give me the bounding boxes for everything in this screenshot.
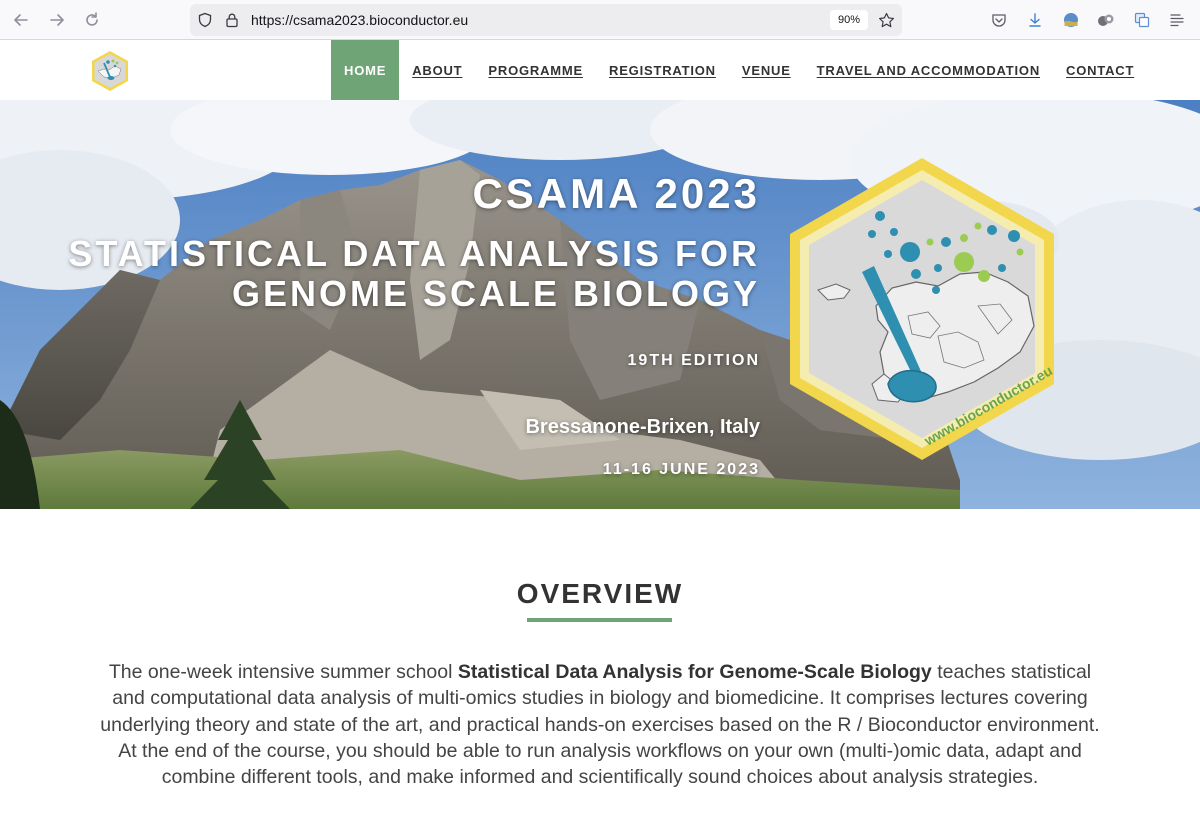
lock-icon[interactable] — [223, 11, 241, 29]
nav-venue[interactable]: VENUE — [729, 40, 804, 100]
hero-edition: 19TH EDITION — [627, 352, 760, 369]
hero-subtitle: STATISTICAL DATA ANALYSIS FOR GENOME SCA… — [68, 234, 760, 314]
back-button[interactable] — [9, 8, 33, 32]
csama-hexagon-logo: www.bioconductor.eu — [790, 158, 1055, 460]
shield-icon[interactable] — [196, 11, 214, 29]
address-bar[interactable]: https://csama2023.bioconductor.eu 90% — [190, 4, 902, 36]
hero-banner: CSAMA 2023 STATISTICAL DATA ANALYSIS FOR… — [0, 100, 1200, 509]
overview-paragraph: The one-week intensive summer school Sta… — [92, 659, 1108, 790]
hero-subtitle-line-1: STATISTICAL DATA ANALYSIS FOR — [68, 233, 760, 274]
extension-icon[interactable] — [1096, 10, 1116, 30]
reload-button[interactable] — [80, 8, 104, 32]
downloads-icon[interactable] — [1025, 10, 1045, 30]
forward-button[interactable] — [45, 8, 69, 32]
translate-icon[interactable] — [1132, 10, 1152, 30]
reader-menu-icon[interactable] — [1167, 10, 1187, 30]
overview-heading: OVERVIEW — [516, 578, 684, 609]
profile-avatar-icon[interactable] — [1061, 10, 1081, 30]
bookmark-star-icon[interactable] — [877, 11, 895, 29]
main-nav: HOME ABOUT PROGRAMME REGISTRATION VENUE … — [331, 40, 1147, 100]
url-text[interactable]: https://csama2023.bioconductor.eu — [251, 12, 468, 28]
csama-logo-icon — [92, 51, 128, 91]
reload-icon — [86, 12, 98, 26]
nav-travel-and-accommodation[interactable]: TRAVEL AND ACCOMMODATION — [804, 40, 1053, 100]
back-arrow-icon — [14, 14, 28, 26]
site-logo[interactable] — [88, 49, 132, 93]
hero-subtitle-line-2: GENOME SCALE BIOLOGY — [231, 273, 760, 314]
zoom-level-badge[interactable]: 90% — [830, 10, 868, 30]
nav-registration[interactable]: REGISTRATION — [596, 40, 729, 100]
overview-school-name: Statistical Data Analysis for Genome-Sca… — [457, 661, 932, 683]
browser-toolbar: https://csama2023.bioconductor.eu 90% — [0, 0, 1200, 40]
nav-contact[interactable]: CONTACT — [1053, 40, 1147, 100]
overview-text-intro: The one-week intensive summer school — [108, 661, 458, 683]
site-header: HOME ABOUT PROGRAMME REGISTRATION VENUE … — [0, 40, 1200, 100]
overview-heading-underline — [527, 618, 672, 622]
hero-location: Bressanone-Brixen, Italy — [525, 416, 760, 438]
hero-dates: 11-16 JUNE 2023 — [602, 461, 760, 478]
nav-programme[interactable]: PROGRAMME — [475, 40, 596, 100]
nav-home[interactable]: HOME — [331, 40, 400, 100]
pocket-icon[interactable] — [989, 10, 1009, 30]
nav-about[interactable]: ABOUT — [399, 40, 475, 100]
forward-arrow-icon — [50, 14, 64, 26]
hero-title: CSAMA 2023 — [472, 170, 760, 217]
